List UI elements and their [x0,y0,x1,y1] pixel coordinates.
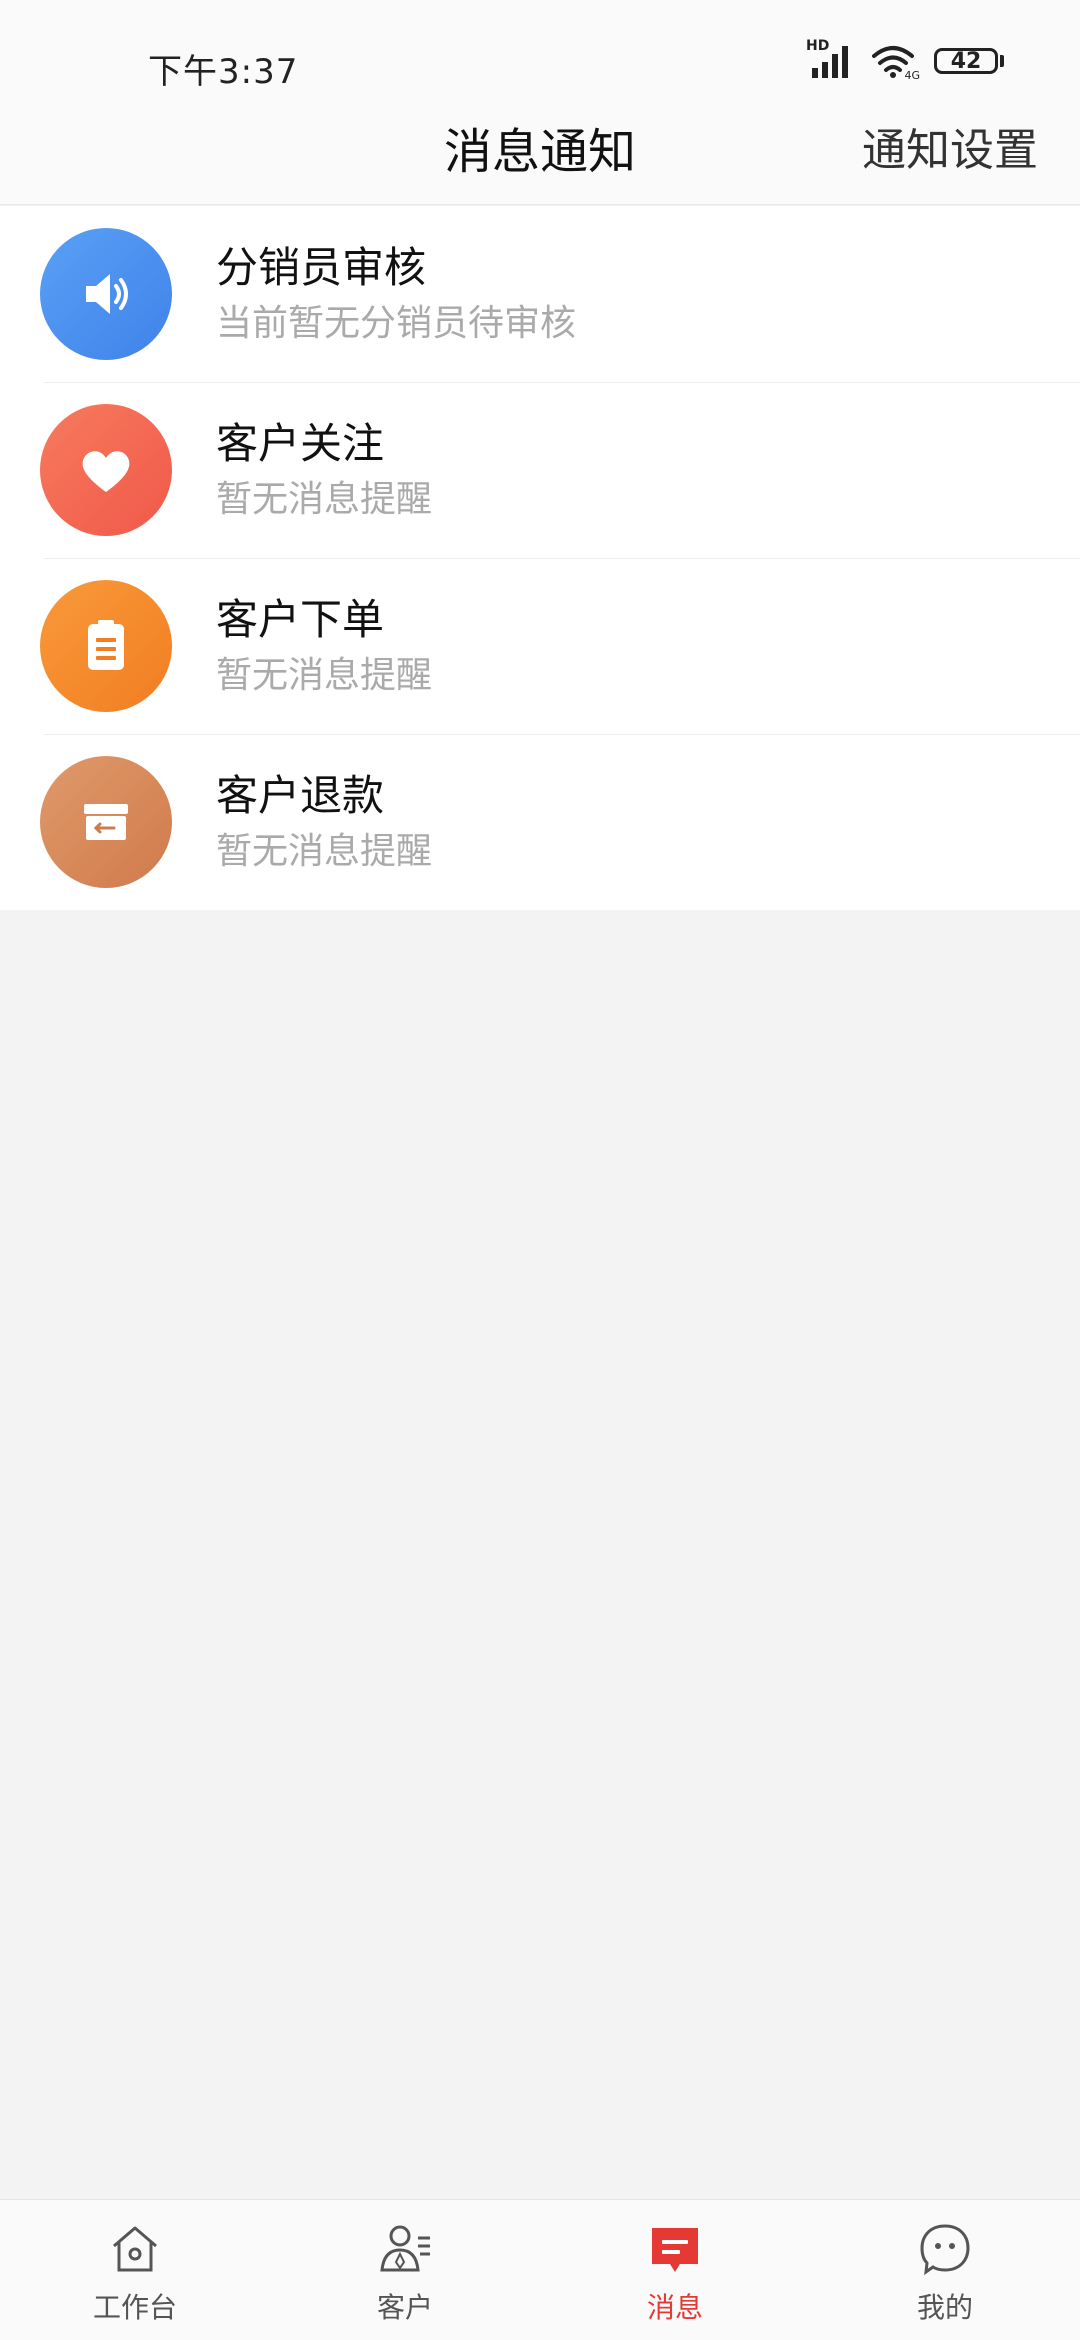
tab-label: 工作台 [92,2291,177,2324]
speaker-icon [40,228,172,360]
status-time: 下午3:37 [148,52,299,92]
list-item-distributor-review[interactable]: 分销员审核 当前暂无分销员待审核 [0,206,1080,382]
list-item-title: 客户关注 [216,419,385,468]
list-item-subtitle: 当前暂无分销员待审核 [216,303,577,344]
list-item-subtitle: 暂无消息提醒 [216,655,433,696]
battery-icon: 42 [934,48,1004,74]
header: 消息通知 通知设置 [0,100,1080,205]
tab-label: 消息 [646,2291,703,2324]
wifi-icon: 4G [870,44,920,82]
list-item-customer-refund[interactable]: 客户退款 暂无消息提醒 [0,734,1080,910]
list-item-title: 分销员审核 [216,243,427,292]
signal-icon: HD [806,38,852,78]
battery-level: 42 [934,48,998,74]
home-icon [113,2226,157,2272]
tab-messages[interactable]: 消息 [540,2200,810,2340]
clipboard-icon [40,580,172,712]
list-item-customer-follow[interactable]: 客户关注 暂无消息提醒 [0,382,1080,558]
status-icons: HD 4G 42 [806,38,1004,82]
customer-icon [380,2225,430,2272]
refund-box-icon [40,756,172,888]
tab-label: 客户 [376,2291,433,2324]
tab-customers[interactable]: 客户 [270,2200,540,2340]
list-item-title: 客户退款 [216,771,385,820]
bottom-tab-bar: 工作台 客户 消息 我的 [0,2199,1080,2340]
list-item-subtitle: 暂无消息提醒 [216,479,433,520]
message-icon [652,2228,698,2272]
notification-settings-button[interactable]: 通知设置 [862,114,1038,178]
tab-profile[interactable]: 我的 [810,2200,1080,2340]
tab-workbench[interactable]: 工作台 [0,2200,270,2340]
network-small-label: 4G [904,69,920,82]
list-item-title: 客户下单 [216,595,385,644]
heart-icon [40,404,172,536]
tab-label: 我的 [916,2291,973,2324]
list-item-customer-order[interactable]: 客户下单 暂无消息提醒 [0,558,1080,734]
list-item-subtitle: 暂无消息提醒 [216,831,433,872]
notification-list: 分销员审核 当前暂无分销员待审核 客户关注 暂无消息提醒 客户下单 暂无消息提醒… [0,206,1080,910]
profile-face-icon [920,2224,970,2276]
